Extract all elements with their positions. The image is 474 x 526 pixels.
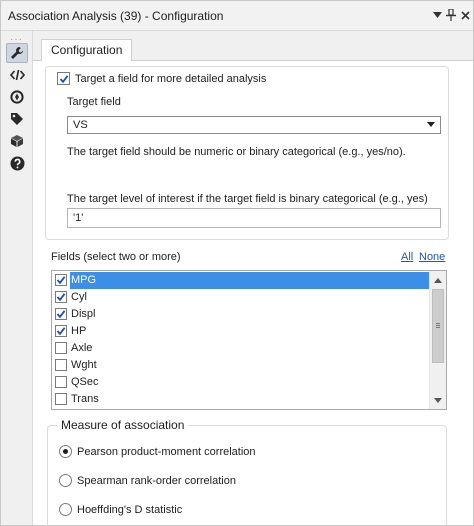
field-name: Cyl — [71, 291, 87, 303]
target-level-input[interactable]: '1' — [67, 208, 441, 228]
tag-icon[interactable] — [6, 109, 28, 129]
measure-group-label: Measure of association — [57, 418, 189, 432]
chevron-down-icon — [427, 122, 435, 127]
field-name: HP — [71, 325, 87, 337]
target-field-select[interactable]: VS — [67, 116, 441, 134]
configuration-window: Association Analysis (39) - Configuratio… — [0, 0, 474, 526]
field-checkbox[interactable] — [55, 342, 67, 354]
spearman-radio[interactable] — [59, 474, 72, 487]
pearson-radio-label: Pearson product-moment correlation — [77, 446, 256, 458]
field-name: MPG — [70, 272, 430, 289]
list-item[interactable]: HP — [52, 323, 430, 340]
package-icon[interactable] — [6, 131, 28, 151]
field-name: Wght — [71, 359, 97, 371]
field-name: Trans — [71, 393, 99, 405]
tool-sidebar: ··· — [1, 31, 33, 525]
fields-scrollbar[interactable] — [429, 271, 446, 409]
tab-strip: Configuration — [33, 31, 473, 62]
pearson-radio[interactable] — [59, 445, 72, 458]
list-item[interactable]: Trans — [52, 391, 430, 408]
list-item[interactable]: Displ — [52, 306, 430, 323]
wrench-icon[interactable] — [6, 43, 28, 63]
scroll-thumb[interactable] — [432, 289, 444, 363]
list-item[interactable]: QSec — [52, 374, 430, 391]
window-title: Association Analysis (39) - Configuratio… — [8, 9, 224, 23]
compass-icon[interactable] — [6, 87, 28, 107]
field-name: Axle — [71, 342, 93, 354]
select-all-link[interactable]: All — [401, 251, 413, 263]
close-icon[interactable] — [457, 7, 473, 23]
list-item[interactable]: Wght — [52, 357, 430, 374]
field-checkbox[interactable] — [55, 359, 67, 371]
target-field-value: VS — [73, 119, 88, 131]
code-icon[interactable] — [6, 65, 28, 85]
list-item[interactable]: Cyl — [52, 289, 430, 306]
list-item[interactable]: MPG — [52, 272, 430, 289]
target-checkbox[interactable] — [57, 72, 70, 85]
field-checkbox[interactable] — [55, 291, 67, 303]
field-checkbox[interactable] — [55, 308, 67, 320]
hoeffding-radio-label: Hoeffding's D statistic — [77, 504, 183, 516]
target-field-label: Target field — [67, 96, 121, 108]
scroll-up-icon[interactable] — [430, 272, 446, 288]
fields-label: Fields (select two or more) — [51, 251, 181, 263]
spearman-radio-label: Spearman rank-order correlation — [77, 475, 236, 487]
target-field-note: The target field should be numeric or bi… — [67, 146, 406, 158]
field-checkbox[interactable] — [55, 274, 67, 286]
configuration-panel: Target a field for more detailed analysi… — [33, 61, 473, 526]
scroll-down-icon[interactable] — [430, 392, 446, 408]
list-item[interactable]: Axle — [52, 340, 430, 357]
target-checkbox-label: Target a field for more detailed analysi… — [75, 73, 267, 85]
target-level-label: The target level of interest if the targ… — [67, 193, 428, 205]
tab-configuration[interactable]: Configuration — [41, 39, 133, 62]
title-bar: Association Analysis (39) - Configuratio… — [1, 1, 473, 31]
field-checkbox[interactable] — [55, 376, 67, 388]
help-icon[interactable] — [6, 153, 28, 173]
field-checkbox[interactable] — [55, 325, 67, 337]
field-checkbox[interactable] — [55, 393, 67, 405]
fields-list[interactable]: MPG Cyl Displ HP Axle Wght QSec Trans — [51, 270, 447, 410]
field-name: Displ — [71, 308, 96, 320]
select-none-link[interactable]: None — [419, 251, 445, 263]
hoeffding-radio[interactable] — [59, 503, 72, 516]
field-name: QSec — [71, 376, 99, 388]
